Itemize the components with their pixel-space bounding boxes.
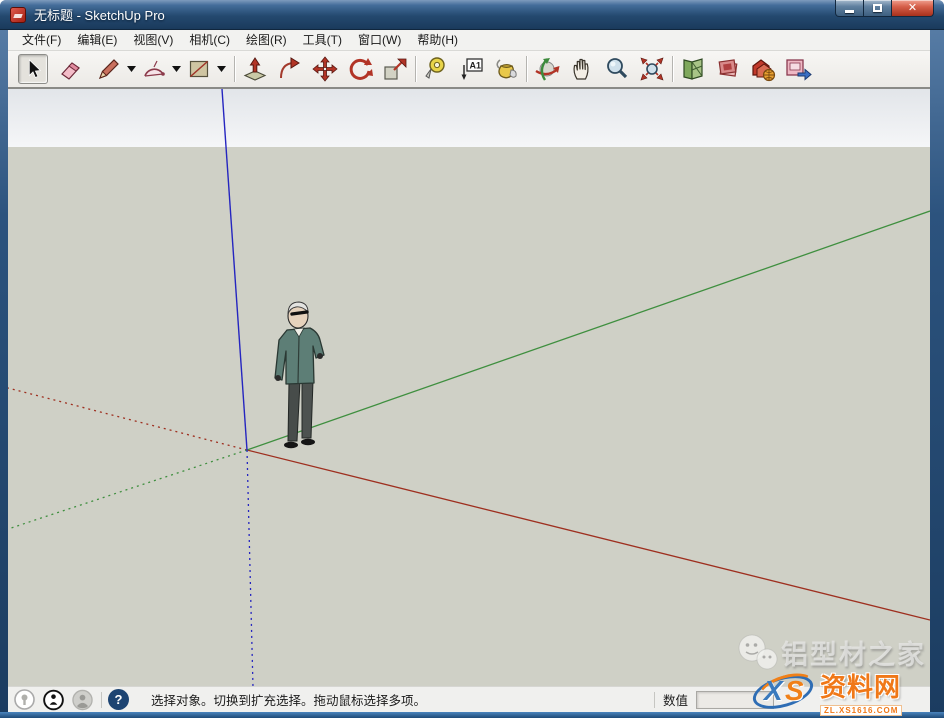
window-bottom-border: [0, 712, 944, 718]
credits-status-button[interactable]: [43, 689, 64, 710]
zoom-icon: [604, 56, 630, 82]
menu-file[interactable]: 文件(F): [14, 30, 69, 50]
geolocation-icon: [14, 689, 35, 710]
orbit-tool-button[interactable]: [532, 54, 562, 84]
menu-edit[interactable]: 编辑(E): [69, 30, 125, 50]
rectangle-tool-dropdown[interactable]: [214, 54, 229, 84]
rotate-icon: [347, 56, 373, 82]
text-a1-icon: A1: [458, 56, 484, 82]
move-icon: [312, 56, 338, 82]
toolbar-separator: [415, 56, 416, 82]
minimize-icon: [845, 10, 854, 13]
map-location-icon: [680, 56, 706, 82]
follow-me-icon: [277, 56, 303, 82]
model-viewport[interactable]: 铝型材之家: [8, 89, 930, 686]
line-tool-button[interactable]: [94, 54, 124, 84]
menu-view[interactable]: 视图(V): [125, 30, 181, 50]
sign-in-person-icon: [72, 689, 93, 711]
sketchup-app-icon: [10, 7, 26, 23]
photos-icon: [715, 56, 741, 82]
svg-text:A1: A1: [470, 61, 482, 71]
status-bar: ? 选择对象。切换到扩充选择。拖动鼠标选择多项。 数值 X S 资料网 ZL.X…: [8, 686, 930, 712]
move-tool-button[interactable]: [310, 54, 340, 84]
eraser-icon: [59, 57, 83, 81]
rectangle-tool-button[interactable]: [184, 54, 214, 84]
pencil-icon: [97, 57, 121, 81]
chevron-down-icon: [127, 66, 136, 72]
select-tool-button[interactable]: [18, 54, 48, 84]
rotate-tool-button[interactable]: [345, 54, 375, 84]
zoom-tool-button[interactable]: [602, 54, 632, 84]
rectangle-icon: [187, 57, 211, 81]
share-model-icon: [784, 56, 812, 82]
vcb-label: 数值: [663, 690, 688, 709]
menu-bar: 文件(F) 编辑(E) 视图(V) 相机(C) 绘图(R) 工具(T) 窗口(W…: [8, 30, 930, 51]
window-title: 无标题 - SketchUp Pro: [34, 5, 165, 24]
menu-camera[interactable]: 相机(C): [181, 30, 238, 50]
follow-me-tool-button[interactable]: [275, 54, 305, 84]
tape-measure-icon: [423, 56, 449, 82]
push-pull-icon: [242, 56, 268, 82]
pan-hand-icon: [569, 56, 595, 82]
toolbar: A1: [8, 51, 930, 89]
push-pull-tool-button[interactable]: [240, 54, 270, 84]
vcb-separator: [654, 692, 655, 708]
chevron-down-icon: [172, 66, 181, 72]
question-mark-icon: ?: [115, 692, 123, 707]
arc-icon: [141, 57, 167, 81]
viewport-canvas: [8, 89, 930, 686]
close-icon: ✕: [908, 3, 917, 14]
zoom-extents-icon: [638, 56, 666, 82]
orbit-icon: [533, 56, 561, 82]
measurements-input[interactable]: [696, 691, 774, 709]
share-model-button[interactable]: [783, 54, 813, 84]
scale-icon: [382, 56, 408, 82]
get-location-button[interactable]: [678, 54, 708, 84]
menu-draw[interactable]: 绘图(R): [238, 30, 295, 50]
line-tool-dropdown[interactable]: [124, 54, 139, 84]
minimize-button[interactable]: [835, 0, 864, 17]
warehouse-house-icon: [749, 56, 777, 82]
eraser-tool-button[interactable]: [56, 54, 86, 84]
arc-tool-button[interactable]: [139, 54, 169, 84]
toolbar-separator: [672, 56, 673, 82]
menu-help[interactable]: 帮助(H): [409, 30, 466, 50]
signin-status-button[interactable]: [72, 689, 93, 710]
close-button[interactable]: ✕: [892, 0, 934, 17]
paint-bucket-tool-button[interactable]: [491, 54, 521, 84]
select-cursor-icon: [22, 58, 44, 80]
menu-tools[interactable]: 工具(T): [295, 30, 350, 50]
maximize-button[interactable]: [864, 0, 892, 17]
person-credit-icon: [43, 689, 64, 711]
scale-tool-button[interactable]: [380, 54, 410, 84]
app-window: 无标题 - SketchUp Pro ✕ 文件(F) 编辑(E) 视图(V) 相…: [0, 0, 944, 718]
warehouse-3d-button[interactable]: [748, 54, 778, 84]
status-message: 选择对象。切换到扩充选择。拖动鼠标选择多项。: [151, 690, 426, 709]
title-bar[interactable]: 无标题 - SketchUp Pro ✕: [0, 0, 944, 30]
photo-textures-button[interactable]: [713, 54, 743, 84]
paint-bucket-icon: [493, 56, 519, 82]
geolocation-status-button[interactable]: [14, 689, 35, 710]
tape-measure-tool-button[interactable]: [421, 54, 451, 84]
status-separator: [101, 692, 102, 708]
menu-window[interactable]: 窗口(W): [350, 30, 409, 50]
chevron-down-icon: [217, 66, 226, 72]
ground: [8, 147, 930, 686]
zoom-extents-tool-button[interactable]: [637, 54, 667, 84]
pan-tool-button[interactable]: [567, 54, 597, 84]
toolbar-separator: [526, 56, 527, 82]
sky: [8, 89, 930, 147]
dimension-text-tool-button[interactable]: A1: [456, 54, 486, 84]
toolbar-separator: [234, 56, 235, 82]
arc-tool-dropdown[interactable]: [169, 54, 184, 84]
help-status-button[interactable]: ?: [108, 689, 129, 710]
maximize-icon: [873, 4, 882, 12]
